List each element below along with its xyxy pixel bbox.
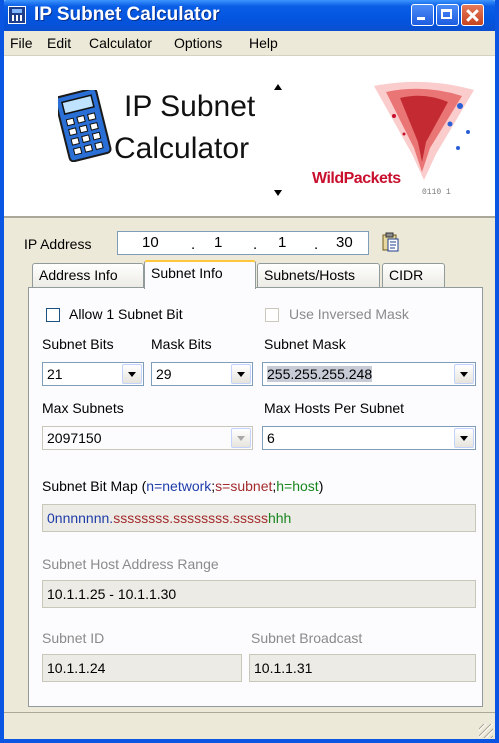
scroll-up-arrow-icon: [274, 84, 282, 90]
use-inversed-mask-checkbox[interactable]: [265, 308, 279, 322]
host-range-value: 10.1.1.25 - 10.1.1.30: [47, 586, 177, 602]
tab-strip: Address Info Subnet Info Subnets/Hosts C…: [32, 260, 482, 289]
subnet-mask-value: 255.255.255.248: [267, 366, 373, 382]
subnet-bits-value: 21: [47, 366, 63, 382]
chevron-down-icon[interactable]: [231, 364, 251, 384]
host-range-label: Subnet Host Address Range: [42, 556, 219, 572]
max-subnets-value: 2097150: [47, 430, 102, 446]
chevron-down-icon[interactable]: [454, 364, 474, 384]
menu-edit[interactable]: Edit: [47, 35, 71, 51]
status-bar: [4, 712, 495, 739]
banner-title-line1: IP Subnet: [124, 90, 256, 123]
subnet-id-field[interactable]: 10.1.1.24: [42, 654, 242, 682]
bit-map-host: hhh: [267, 510, 292, 526]
menu-options[interactable]: Options: [174, 35, 222, 51]
allow-1-subnet-bit-checkbox[interactable]: [46, 308, 60, 322]
max-hosts-label: Max Hosts Per Subnet: [264, 400, 405, 416]
legend-host: h=host: [276, 478, 319, 494]
title-bar[interactable]: IP Subnet Calculator: [4, 0, 495, 31]
chevron-down-icon[interactable]: [122, 364, 142, 384]
mask-bits-select[interactable]: 29: [151, 362, 253, 386]
max-subnets-label: Max Subnets: [42, 400, 124, 416]
legend-subnet: s=subnet: [215, 478, 273, 494]
subnet-info-panel: Allow 1 Subnet Bit Use Inversed Mask Sub…: [28, 287, 483, 707]
subnet-id-label: Subnet ID: [42, 630, 105, 646]
mask-bits-label: Mask Bits: [151, 336, 212, 352]
ip-octet-1[interactable]: 10: [142, 234, 159, 251]
allow-1-subnet-bit-label: Allow 1 Subnet Bit: [69, 306, 183, 322]
app-banner: IP Subnet Calculator 0110 1 WildPackets: [4, 56, 495, 218]
ip-dot: .: [191, 236, 196, 253]
ip-octet-2[interactable]: 1: [214, 234, 222, 251]
minimize-button[interactable]: [411, 4, 434, 26]
menu-bar: File Edit Calculator Options Help: [4, 31, 495, 56]
scroll-down-arrow-icon: [274, 190, 282, 196]
subnet-bit-map-value: 0nnnnnnn.ssssssss.ssssssss.ssssshhh: [47, 510, 291, 526]
window-title: IP Subnet Calculator: [34, 4, 220, 25]
max-subnets-select[interactable]: 2097150: [42, 426, 253, 450]
maximize-button[interactable]: [436, 4, 459, 26]
subnet-broadcast-field[interactable]: 10.1.1.31: [249, 654, 476, 682]
svg-text:0110 1: 0110 1: [422, 188, 451, 196]
bit-map-subnet: ssssssss.ssssssss.sssss: [113, 510, 268, 526]
ip-octet-3[interactable]: 1: [278, 234, 286, 251]
ip-address-field[interactable]: 10 . 1 . 1 . 30: [117, 231, 369, 255]
subnet-broadcast-label: Subnet Broadcast: [251, 630, 363, 646]
tab-address-info[interactable]: Address Info: [32, 263, 144, 287]
app-window: IP Subnet Calculator File Edit Calculato…: [0, 0, 499, 743]
subnet-bit-map-label: Subnet Bit Map (n=network;s=subnet;h=hos…: [42, 478, 323, 494]
bit-map-network: 0nnnnnnn.: [47, 510, 114, 526]
resize-grip-icon[interactable]: [479, 724, 493, 738]
subnet-mask-select[interactable]: 255.255.255.248: [262, 362, 476, 386]
calculator-icon: [58, 90, 112, 162]
subnet-broadcast-value: 10.1.1.31: [254, 660, 313, 676]
subnet-bits-label: Subnet Bits: [42, 336, 114, 352]
ip-dot: .: [253, 236, 258, 253]
subnet-mask-label: Subnet Mask: [264, 336, 346, 352]
legend-network: n=network: [146, 478, 212, 494]
ip-octet-4[interactable]: 30: [336, 234, 353, 251]
chevron-down-icon[interactable]: [454, 428, 474, 448]
menu-calculator[interactable]: Calculator: [89, 35, 152, 51]
legend-close: ): [318, 478, 324, 494]
paste-address-icon[interactable]: [380, 232, 400, 252]
host-range-field[interactable]: 10.1.1.25 - 10.1.1.30: [42, 580, 476, 608]
bit-map-title: Subnet Bit Map (: [42, 478, 147, 494]
ip-dot: .: [314, 236, 319, 253]
menu-file[interactable]: File: [10, 35, 33, 51]
use-inversed-mask-label: Use Inversed Mask: [289, 306, 409, 322]
calculator-app-icon[interactable]: [8, 6, 26, 24]
ip-address-label: IP Address: [24, 236, 92, 252]
tab-subnet-info[interactable]: Subnet Info: [144, 260, 256, 289]
wildpackets-logo: WildPackets: [312, 170, 401, 187]
subnet-bit-map-field[interactable]: 0nnnnnnn.ssssssss.ssssssss.ssssshhh: [42, 504, 476, 532]
tab-cidr[interactable]: CIDR: [382, 263, 445, 287]
mask-bits-value: 29: [156, 366, 172, 382]
banner-title-line2: Calculator: [114, 132, 250, 165]
subnet-id-value: 10.1.1.24: [47, 660, 106, 676]
chevron-down-icon[interactable]: [231, 428, 251, 448]
max-hosts-value: 6: [267, 430, 275, 446]
max-hosts-select[interactable]: 6: [262, 426, 476, 450]
tab-subnets-hosts[interactable]: Subnets/Hosts: [257, 263, 380, 287]
subnet-bits-select[interactable]: 21: [42, 362, 144, 386]
close-button[interactable]: [461, 4, 484, 26]
menu-help[interactable]: Help: [249, 35, 278, 51]
